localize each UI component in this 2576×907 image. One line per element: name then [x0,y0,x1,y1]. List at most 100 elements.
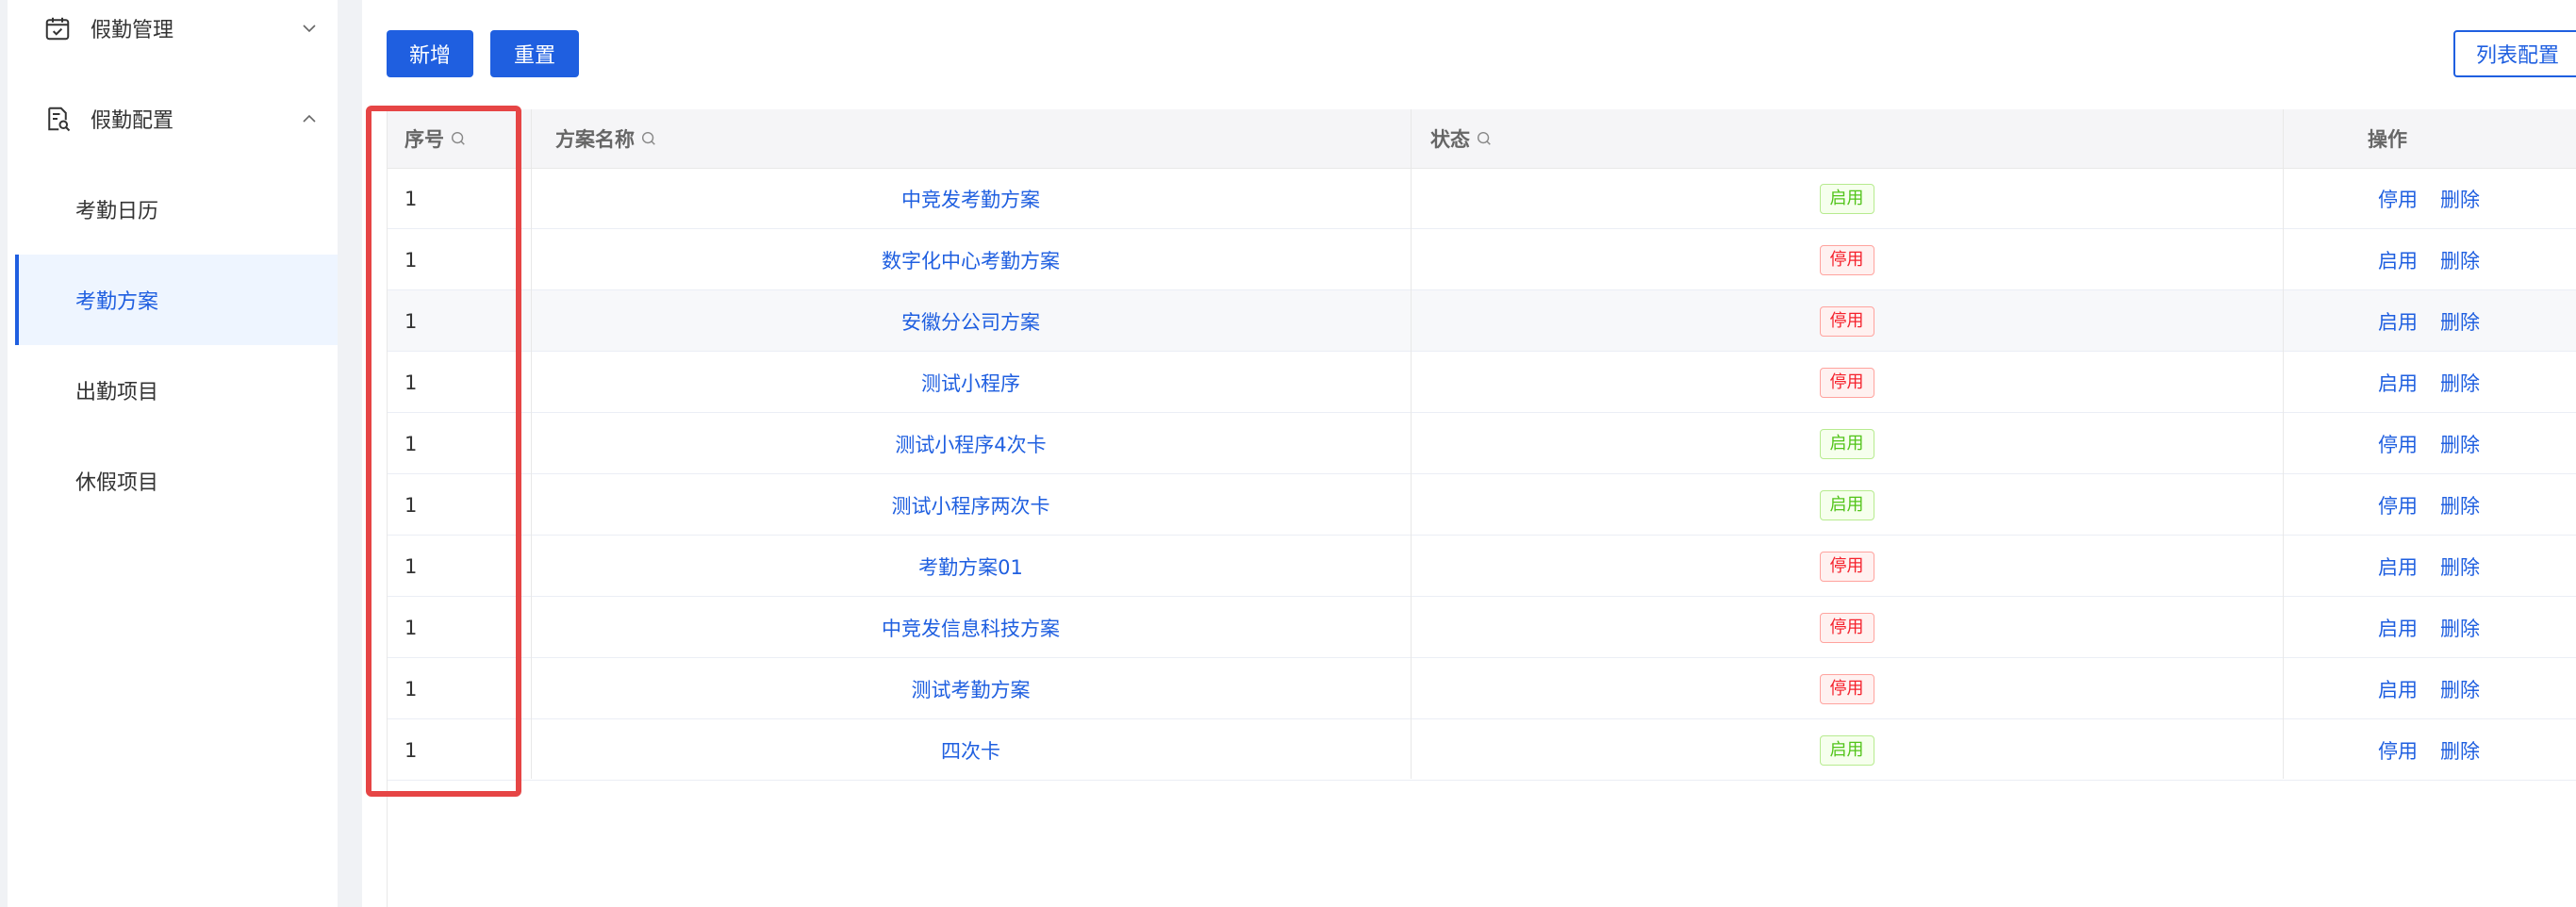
delete-button[interactable]: 删除 [2440,369,2480,397]
column-header-label: 状态 [1430,128,1470,151]
cell-ops: 停用 删除 [2378,168,2480,229]
plan-name-link[interactable]: 测试考勤方案 [531,658,1411,719]
plan-name-link[interactable]: 测试小程序 [531,352,1411,413]
enable-button[interactable]: 启用 [2378,369,2418,397]
disable-button[interactable]: 停用 [2378,491,2418,519]
status-badge: 停用 [1819,551,1874,582]
cell-seq: 1 [405,616,418,639]
plan-name-link[interactable]: 中竞发信息科技方案 [531,597,1411,658]
table-row: 1 测试小程序4次卡 启用 停用 删除 [388,413,2576,474]
sidebar-item-attendance-items[interactable]: 出勤项目 [15,345,345,436]
chevron-down-icon [303,25,316,33]
menu-group-leave-management[interactable]: 假勤管理 [15,0,345,57]
delete-button[interactable]: 删除 [2440,736,2480,765]
table-header: 序号 方案名称 状态 操作 [388,109,2576,169]
delete-button[interactable]: 删除 [2440,185,2480,213]
sidebar-item-label: 休假项目 [75,471,159,495]
enable-button[interactable]: 启用 [2378,307,2418,336]
table-row: 1 数字化中心考勤方案 停用 启用 删除 [388,229,2576,290]
enable-button[interactable]: 启用 [2378,246,2418,274]
delete-button[interactable]: 删除 [2440,675,2480,703]
status-badge: 停用 [1819,305,1874,337]
disable-button[interactable]: 停用 [2378,736,2418,765]
column-header-label: 操作 [2368,128,2407,151]
sidebar-item-attendance-calendar[interactable]: 考勤日历 [15,164,345,255]
cell-status: 启用 [1411,168,2283,229]
cell-status: 停用 [1411,536,2283,597]
cell-seq: 1 [405,432,418,455]
cell-status: 启用 [1411,474,2283,536]
column-header-seq[interactable]: 序号 [405,109,467,168]
search-icon[interactable] [450,130,467,147]
add-button[interactable]: 新增 [387,30,473,77]
table-row: 1 安徽分公司方案 停用 启用 删除 [388,290,2576,352]
search-icon[interactable] [1476,130,1493,147]
delete-button[interactable]: 删除 [2440,552,2480,581]
status-badge: 停用 [1819,367,1874,398]
column-header-name[interactable]: 方案名称 [555,109,657,168]
cell-status: 启用 [1411,719,2283,781]
disable-button[interactable]: 停用 [2378,430,2418,458]
status-badge: 启用 [1819,734,1874,766]
cell-ops: 启用 删除 [2378,536,2480,597]
list-config-button[interactable]: 列表配置 [2453,30,2576,77]
table-row: 1 中竞发考勤方案 启用 停用 删除 [388,168,2576,229]
cell-status: 停用 [1411,229,2283,290]
disable-button[interactable]: 停用 [2378,185,2418,213]
chevron-up-icon [303,114,316,123]
status-badge: 停用 [1819,612,1874,643]
sidebar-item-leave-items[interactable]: 休假项目 [15,436,345,526]
cell-ops: 停用 删除 [2378,719,2480,781]
enable-button[interactable]: 启用 [2378,614,2418,642]
delete-button[interactable]: 删除 [2440,614,2480,642]
cell-ops: 启用 删除 [2378,290,2480,352]
cell-status: 停用 [1411,290,2283,352]
column-divider [2283,109,2284,779]
column-header-label: 方案名称 [555,128,635,151]
reset-button[interactable]: 重置 [490,30,579,77]
enable-button[interactable]: 启用 [2378,675,2418,703]
document-search-icon [48,107,71,132]
delete-button[interactable]: 删除 [2440,430,2480,458]
column-divider [1411,109,1412,779]
enable-button[interactable]: 启用 [2378,552,2418,581]
cell-ops: 启用 删除 [2378,229,2480,290]
cell-seq: 1 [405,309,418,333]
menu-group-leave-config[interactable]: 假勤配置 [15,91,345,147]
delete-button[interactable]: 删除 [2440,307,2480,336]
status-badge: 停用 [1819,673,1874,704]
cell-seq: 1 [405,371,418,394]
sidebar-item-label: 考勤日历 [75,200,159,223]
table-row: 1 四次卡 启用 停用 删除 [388,719,2576,781]
status-badge: 停用 [1819,244,1874,275]
cell-ops: 停用 删除 [2378,474,2480,536]
sidebar: 假勤管理 假勤配置 考勤日历 考勤方案 出勤项目 休假项目 [0,0,345,907]
sidebar-item-label: 考勤方案 [75,290,159,314]
plan-name-link[interactable]: 测试小程序4次卡 [531,413,1411,474]
plan-name-link[interactable]: 数字化中心考勤方案 [531,229,1411,290]
delete-button[interactable]: 删除 [2440,491,2480,519]
cell-status: 停用 [1411,597,2283,658]
table-row: 1 测试考勤方案 停用 启用 删除 [388,658,2576,719]
column-divider [531,109,532,779]
search-icon[interactable] [640,130,657,147]
cell-seq: 1 [405,738,418,762]
plan-name-link[interactable]: 考勤方案01 [531,536,1411,597]
sidebar-item-label: 出勤项目 [75,381,159,404]
cell-ops: 停用 删除 [2378,413,2480,474]
cell-seq: 1 [405,187,418,210]
cell-status: 停用 [1411,352,2283,413]
plan-name-link[interactable]: 中竞发考勤方案 [531,168,1411,229]
cell-seq: 1 [405,677,418,701]
plan-name-link[interactable]: 四次卡 [531,719,1411,781]
sidebar-item-attendance-plan[interactable]: 考勤方案 [15,255,345,345]
plan-name-link[interactable]: 安徽分公司方案 [531,290,1411,352]
delete-button[interactable]: 删除 [2440,246,2480,274]
table-row: 1 中竞发信息科技方案 停用 启用 删除 [388,597,2576,658]
plan-name-link[interactable]: 测试小程序两次卡 [531,474,1411,536]
column-header-status[interactable]: 状态 [1430,109,1493,168]
layout-gutter [338,0,362,907]
menu-group-label: 假勤管理 [91,19,174,42]
cell-seq: 1 [405,493,418,517]
table-row: 1 考勤方案01 停用 启用 删除 [388,536,2576,597]
